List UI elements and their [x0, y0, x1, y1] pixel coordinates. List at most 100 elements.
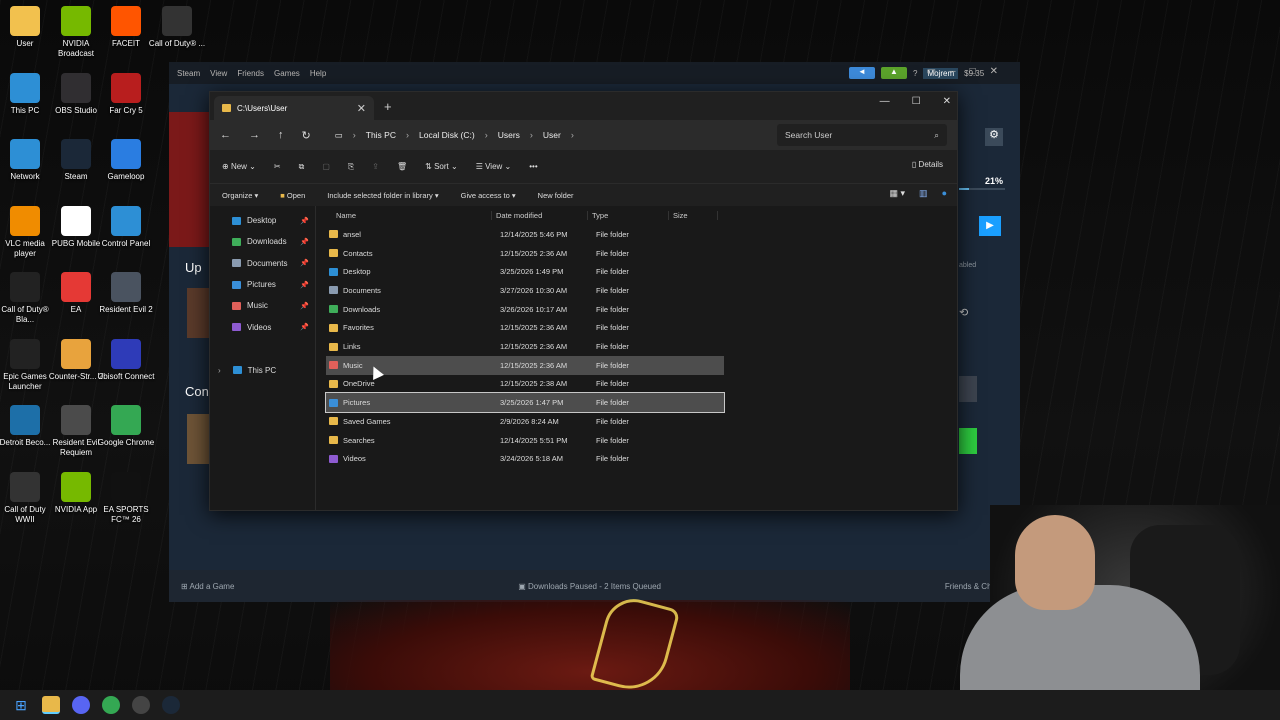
details-button[interactable]: ▯ Details	[912, 160, 943, 169]
address-bar[interactable]: ▭ › This PC › Local Disk (C:) › Users › …	[335, 124, 735, 146]
pin-icon[interactable]: 📌	[300, 323, 309, 331]
view-button[interactable]: ☰ View ⌄	[476, 162, 512, 171]
file-row[interactable]: Music 12/15/2025 2:36 AM File folder	[326, 355, 724, 375]
preview-pane-icon[interactable]: ▥	[919, 188, 928, 199]
pin-icon[interactable]: 📌	[300, 217, 309, 225]
desktop-icon[interactable]: Control Panel	[97, 205, 155, 249]
close-tab-icon[interactable]: ✕	[357, 102, 366, 115]
steam-taskbar-icon[interactable]	[162, 696, 180, 714]
steam-downloads-status[interactable]: ▣ Downloads Paused - 2 Items Queued	[518, 582, 661, 591]
more-options-icon[interactable]: •••	[529, 162, 537, 171]
steam-notification-icon[interactable]: ▲	[881, 67, 907, 79]
close-window-icon[interactable]: ✕	[943, 96, 951, 107]
desktop-icon[interactable]: This PC	[0, 72, 54, 116]
view-layout-icon[interactable]: ▦ ▾	[890, 188, 906, 199]
forward-icon[interactable]: →	[249, 129, 260, 141]
steam-game-thumb-2[interactable]	[187, 414, 211, 464]
sort-button[interactable]: ⇅ Sort ⌄	[425, 162, 458, 171]
paste-icon[interactable]: ▢	[322, 162, 330, 171]
column-type[interactable]: Type	[587, 210, 668, 220]
breadcrumb-this-pc[interactable]: This PC	[366, 130, 396, 140]
breadcrumb-user[interactable]: User	[543, 130, 561, 140]
column-size[interactable]: Size	[668, 210, 718, 220]
delete-icon[interactable]: 🗑	[397, 162, 407, 171]
desktop-icon[interactable]: Far Cry 5	[97, 72, 155, 116]
steam-settings-icon[interactable]: ⚙	[985, 128, 1003, 146]
desktop-icon[interactable]: EA SPORTS FC™ 26	[97, 471, 155, 525]
sidebar-item-downloads[interactable]: Downloads 📌	[210, 231, 315, 252]
chrome-taskbar-icon[interactable]	[102, 696, 120, 714]
desktop-icon[interactable]: Detroit Beco...	[0, 405, 54, 448]
include-library-button[interactable]: Include selected folder in library ▾	[327, 191, 438, 200]
steam-banner[interactable]	[169, 112, 209, 247]
share-icon[interactable]: ⇪	[372, 162, 379, 171]
desktop-icon[interactable]: Gameloop	[97, 139, 155, 182]
sidebar-item-videos[interactable]: Videos 📌	[210, 316, 315, 337]
steam-announce-icon[interactable]: ◄	[849, 67, 875, 79]
file-row[interactable]: Desktop 3/25/2026 1:49 PM File folder	[326, 262, 724, 281]
file-explorer-taskbar-icon[interactable]	[42, 696, 60, 714]
file-row[interactable]: Contacts 12/15/2025 2:36 AM File folder	[326, 244, 724, 263]
sidebar-item-desktop[interactable]: Desktop 📌	[210, 210, 315, 231]
open-button[interactable]: ■ Open	[280, 191, 305, 200]
help-icon[interactable]: ●	[942, 188, 947, 199]
desktop-icon[interactable]: Resident Evil 2	[97, 272, 155, 315]
steam-add-game[interactable]: ⊞ Add a Game	[181, 582, 234, 591]
steam-menu-friends[interactable]: Friends	[237, 69, 264, 78]
sidebar-item-pictures[interactable]: Pictures 📌	[210, 274, 315, 295]
expand-chevron-icon[interactable]: ›	[218, 366, 221, 375]
steam-menu-games[interactable]: Games	[274, 69, 300, 78]
pin-icon[interactable]: 📌	[300, 259, 309, 267]
sidebar-item-documents[interactable]: Documents 📌	[210, 253, 315, 274]
cut-icon[interactable]: ✂	[274, 162, 281, 171]
steam-menu-steam[interactable]: Steam	[177, 69, 200, 78]
file-row[interactable]: Links 12/15/2025 2:36 AM File folder	[326, 337, 724, 356]
file-row[interactable]: OneDrive 12/15/2025 2:38 AM File folder	[326, 375, 724, 394]
new-tab-icon[interactable]: +	[384, 99, 392, 114]
up-icon[interactable]: ↑	[278, 129, 284, 141]
desktop-icon[interactable]: Call of Duty® Bla...	[0, 272, 54, 325]
obs-taskbar-icon[interactable]	[132, 696, 150, 714]
steam-menu-view[interactable]: View	[210, 69, 227, 78]
file-row[interactable]: Favorites 12/15/2025 2:36 AM File folder	[326, 319, 724, 338]
sidebar-item-music[interactable]: Music 📌	[210, 295, 315, 316]
pin-icon[interactable]: 📌	[300, 238, 309, 246]
discord-taskbar-icon[interactable]	[72, 696, 90, 714]
desktop-icon[interactable]: Ubisoft Connect	[97, 338, 155, 382]
desktop-icon[interactable]: Call of Duty® ...	[148, 6, 206, 49]
steam-play-icon[interactable]: ▶	[979, 216, 1001, 236]
pin-icon[interactable]: 📌	[300, 281, 309, 289]
desktop-icon[interactable]: FACEIT	[97, 6, 155, 49]
minimize-icon[interactable]: ―	[880, 96, 890, 107]
refresh-icon[interactable]: ↻	[302, 129, 311, 142]
explorer-tab[interactable]: C:\Users\User ✕	[214, 96, 374, 120]
file-row[interactable]: Downloads 3/26/2026 10:17 AM File folder	[326, 300, 724, 319]
file-row[interactable]: ansel 12/14/2025 5:46 PM File folder	[326, 225, 724, 244]
copy-icon[interactable]: ⧉	[299, 162, 305, 172]
file-row[interactable]: Pictures 3/25/2026 1:47 PM File folder	[325, 392, 725, 413]
desktop-icon[interactable]: User	[0, 6, 54, 49]
breadcrumb-local-disk[interactable]: Local Disk (C:)	[419, 130, 475, 140]
desktop-icon[interactable]: Network	[0, 139, 54, 182]
file-row[interactable]: Documents 3/27/2026 10:30 AM File folder	[326, 281, 724, 300]
back-icon[interactable]: ←	[220, 129, 231, 141]
desktop-icon[interactable]: VLC media player	[0, 205, 54, 259]
steam-window-controls[interactable]: ▭‒□✕	[927, 66, 1012, 77]
file-explorer-window[interactable]: C:\Users\User ✕ + ― ☐ ✕ ← → ↑ ↻ ▭ › This…	[209, 91, 958, 511]
search-input[interactable]: Search User ⌕	[777, 124, 947, 146]
steam-green-button[interactable]	[959, 428, 977, 454]
give-access-button[interactable]: Give access to ▾	[461, 191, 516, 200]
file-row[interactable]: Videos 3/24/2026 5:18 AM File folder	[326, 449, 724, 468]
breadcrumb-users[interactable]: Users	[498, 130, 520, 140]
organize-button[interactable]: Organize ▾	[222, 191, 258, 200]
steam-game-thumb-1[interactable]	[187, 288, 211, 338]
new-button[interactable]: ⊕ New ⌄	[222, 162, 256, 171]
file-row[interactable]: Saved Games 2/9/2026 8:24 AM File folder	[326, 412, 724, 431]
desktop-icon[interactable]: Epic Games Launcher	[0, 338, 54, 392]
steam-menu-help[interactable]: Help	[310, 69, 326, 78]
column-date[interactable]: Date modified	[491, 210, 587, 220]
maximize-icon[interactable]: ☐	[912, 96, 921, 107]
start-icon[interactable]: ⊞	[12, 696, 30, 714]
desktop-icon[interactable]: Google Chrome	[97, 405, 155, 448]
desktop-icon[interactable]: Call of Duty WWII	[0, 471, 54, 525]
